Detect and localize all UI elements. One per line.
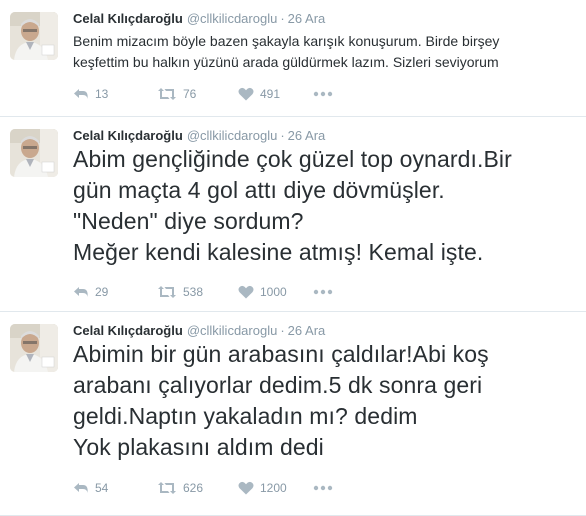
tweet-header: Celal Kılıçdaroğlu @cllkilicdaroglu · 26 Ar…: [73, 127, 325, 145]
author-handle[interactable]: @cllkilicdaroglu: [187, 11, 278, 26]
retweet-button[interactable]: 538: [157, 282, 203, 302]
more-button[interactable]: [313, 282, 333, 302]
tweet-text: Abim gençliğinde çok güzel top oynardı.B…: [73, 146, 512, 265]
reply-count: 13: [95, 87, 109, 101]
retweet-count: 76: [183, 87, 197, 101]
more-button[interactable]: [313, 84, 333, 104]
reply-icon: [74, 483, 88, 493]
tweet-header: Celal Kılıçdaroğlu @cllkilicdaroglu · 26 Ar…: [73, 10, 325, 28]
reply-button[interactable]: 13: [73, 84, 108, 104]
reply-button[interactable]: 54: [73, 478, 108, 498]
author-handle[interactable]: @cllkilicdaroglu: [187, 323, 278, 338]
like-count: 1200: [260, 481, 287, 495]
separator-dot: ·: [280, 11, 285, 26]
tweet-timestamp[interactable]: 26 Ara: [288, 323, 326, 338]
like-button[interactable]: 491: [238, 84, 280, 104]
reply-icon: [74, 89, 88, 99]
like-button[interactable]: 1000: [238, 282, 287, 302]
author-name[interactable]: Celal Kılıçdaroğlu: [73, 128, 183, 143]
tweet[interactable]: Celal Kılıçdaroğlu @cllkilicdaroglu · 26 Ar…: [0, 312, 586, 516]
avatar[interactable]: [10, 12, 58, 60]
heart-icon: [238, 87, 254, 101]
retweet-count: 626: [183, 481, 204, 495]
more-button[interactable]: [313, 478, 333, 498]
author-name[interactable]: Celal Kılıçdaroğlu: [73, 323, 183, 338]
avatar[interactable]: [10, 129, 58, 177]
more-icon: [313, 289, 333, 295]
author-name[interactable]: Celal Kılıçdaroğlu: [73, 11, 183, 26]
separator-dot: ·: [280, 323, 285, 338]
author-handle[interactable]: @cllkilicdaroglu: [187, 128, 278, 143]
tweet-timestamp[interactable]: 26 Ara: [288, 11, 326, 26]
retweet-count: 538: [183, 285, 204, 299]
heart-icon: [238, 285, 254, 299]
retweet-button[interactable]: 626: [157, 478, 203, 498]
tweet-text: Abimin bir gün arabasını çaldılar!Abi ko…: [73, 341, 489, 460]
tweet[interactable]: Celal Kılıçdaroğlu @cllkilicdaroglu · 26 Ar…: [0, 117, 586, 312]
tweet-timestamp[interactable]: 26 Ara: [288, 128, 326, 143]
tweet-text: Benim mizacım böyle bazen şakayla karışı…: [73, 33, 500, 70]
like-button[interactable]: 1200: [238, 478, 287, 498]
like-count: 491: [260, 87, 281, 101]
like-count: 1000: [260, 285, 287, 299]
heart-icon: [238, 481, 254, 495]
avatar[interactable]: [10, 324, 58, 372]
reply-count: 54: [95, 481, 109, 495]
retweet-icon: [158, 482, 176, 494]
retweet-icon: [158, 88, 176, 100]
tweet[interactable]: Celal Kılıçdaroğlu @cllkilicdaroglu · 26 Ar…: [0, 0, 586, 117]
reply-icon: [74, 287, 88, 297]
retweet-icon: [158, 286, 176, 298]
retweet-button[interactable]: 76: [157, 84, 196, 104]
reply-count: 29: [95, 285, 109, 299]
more-icon: [313, 91, 333, 97]
tweet-header: Celal Kılıçdaroğlu @cllkilicdaroglu · 26 Ar…: [73, 322, 325, 340]
separator-dot: ·: [280, 128, 285, 143]
reply-button[interactable]: 29: [73, 282, 108, 302]
more-icon: [313, 485, 333, 491]
